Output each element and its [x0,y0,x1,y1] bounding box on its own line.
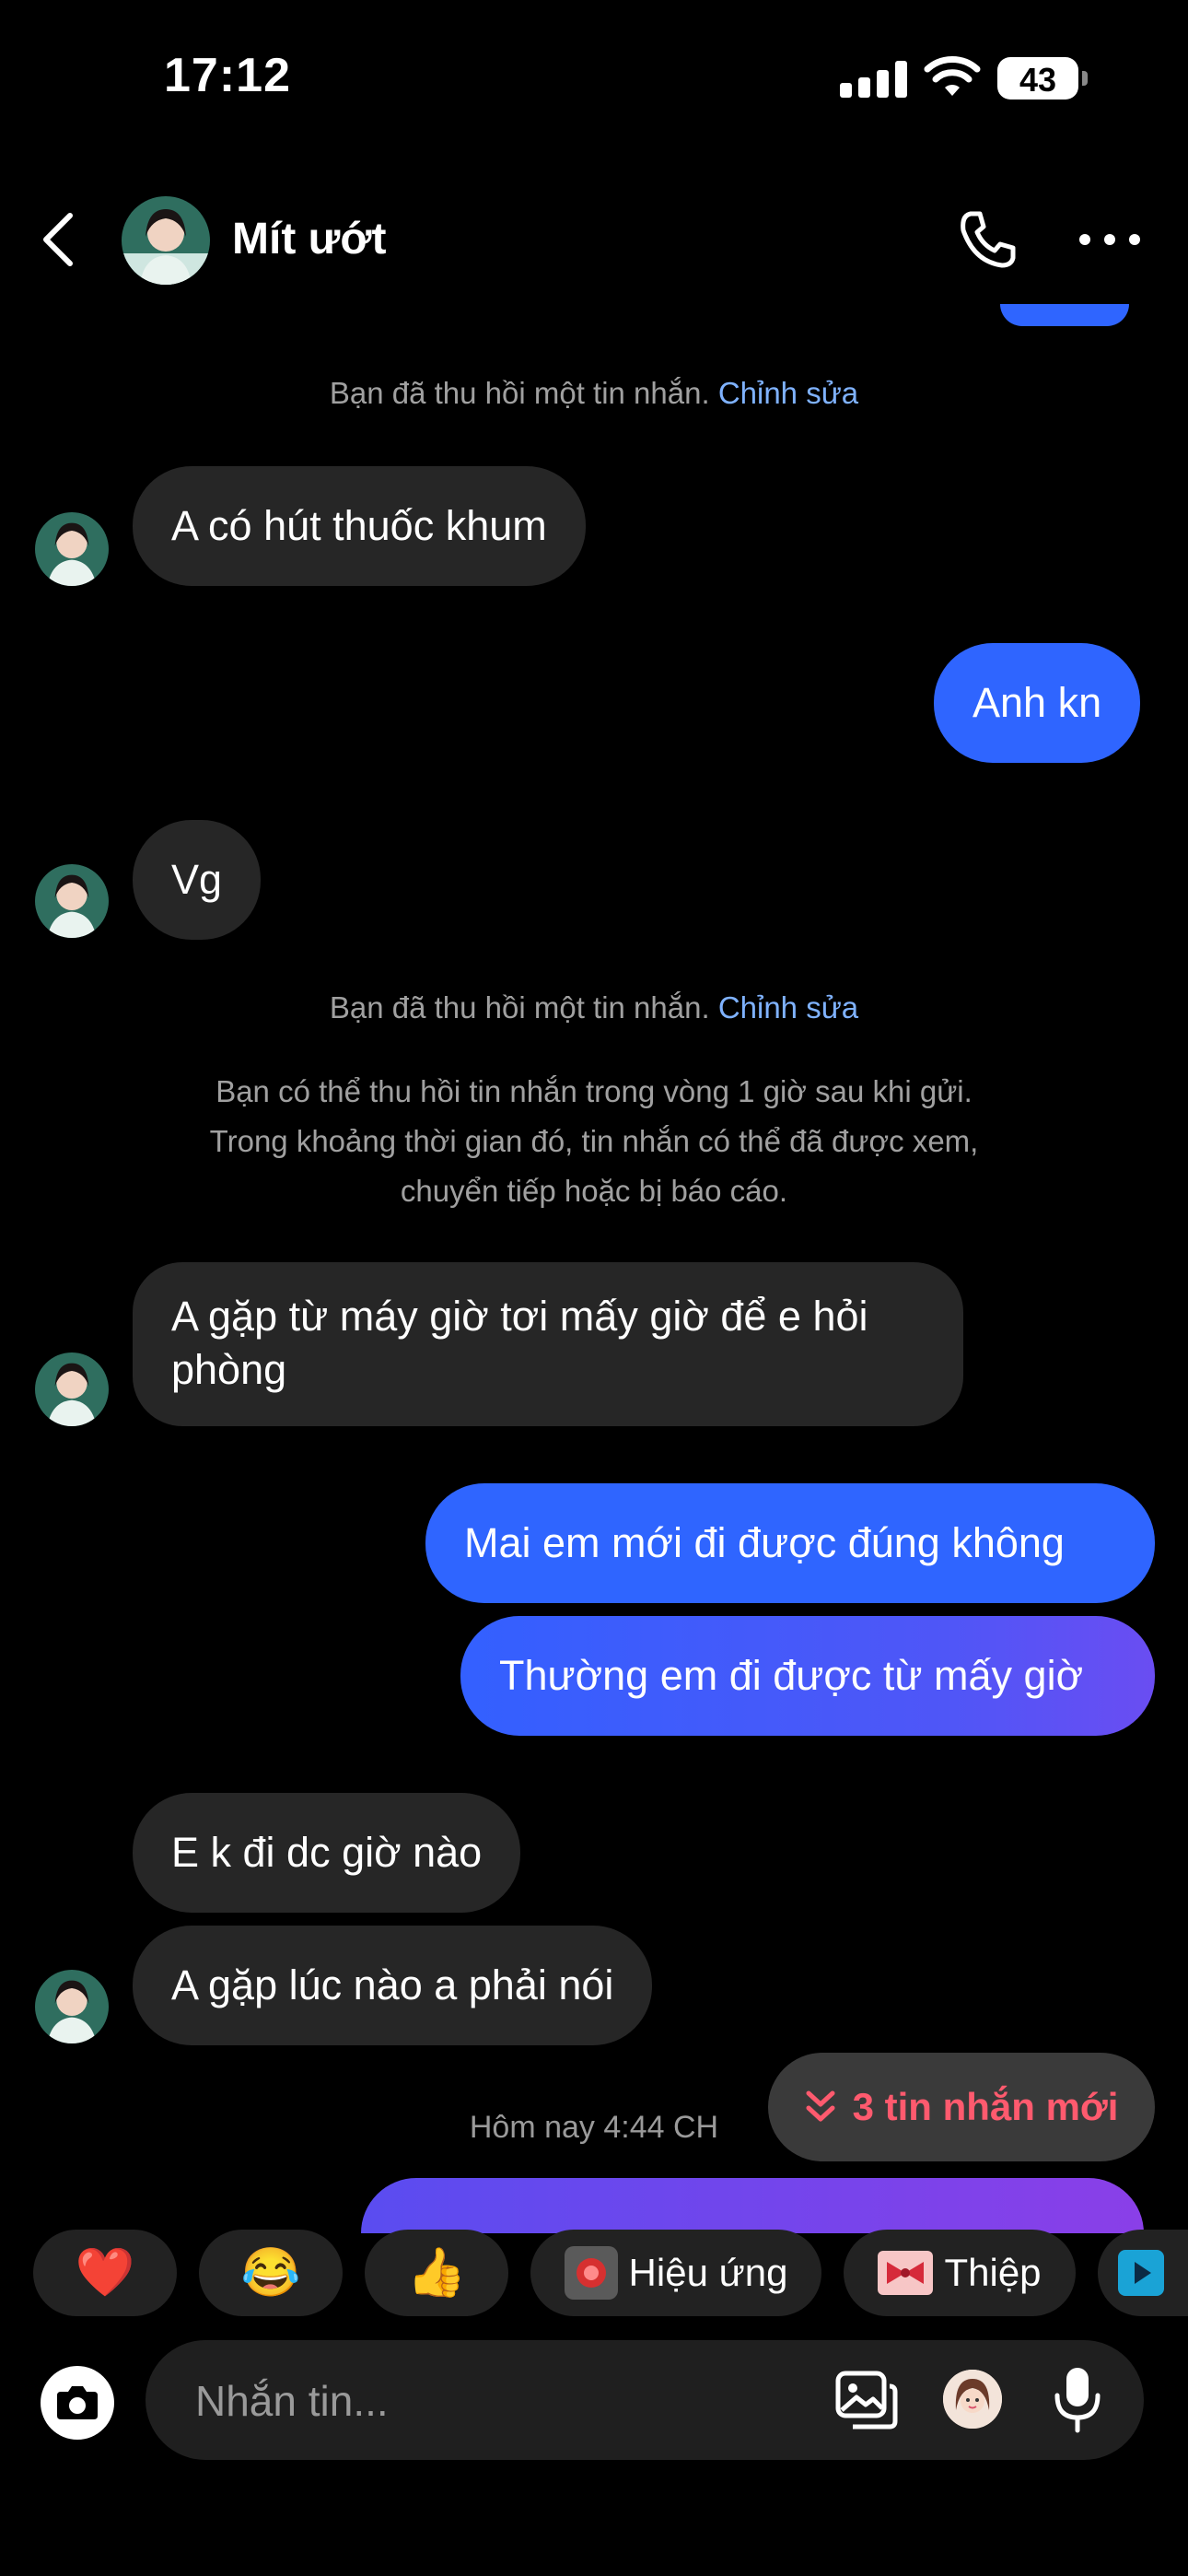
card-button[interactable]: Thiệp [844,2230,1076,2316]
battery-level: 43 [1019,61,1057,99]
edit-link[interactable]: Chỉnh sửa [718,990,858,1025]
phone-icon[interactable] [954,206,1020,273]
partial-message-bubble [361,2178,1144,2233]
video-play-icon [1118,2250,1164,2296]
incoming-message[interactable]: A có hút thuốc khum [133,466,586,586]
microphone-icon[interactable] [1050,2364,1105,2434]
gallery-icon[interactable] [834,2370,899,2430]
recall-text: Bạn đã thu hồi một tin nhắn. [329,376,710,410]
wifi-icon [924,56,981,96]
outgoing-message[interactable]: Anh kn [934,643,1141,763]
more-options-icon[interactable] [1077,221,1142,258]
sender-avatar[interactable] [35,1970,109,2043]
heart-reaction-button[interactable]: ❤️ [33,2230,177,2316]
camera-button[interactable] [41,2366,114,2440]
camera-icon [57,2386,98,2419]
sender-avatar[interactable] [35,512,109,586]
incoming-message[interactable]: A gặp từ máy giờ tơi mấy giờ để e hỏi ph… [133,1262,963,1426]
battery-icon: 43 [997,57,1088,100]
new-messages-button[interactable]: 3 tin nhắn mới [768,2053,1155,2161]
recall-notice: Bạn đã thu hồi một tin nhắn. Chỉnh sửa [0,990,1188,1025]
recall-notice: Bạn đã thu hồi một tin nhắn. Chỉnh sửa [0,376,1188,411]
effects-label: Hiệu ứng [628,2251,788,2294]
card-label: Thiệp [944,2251,1042,2294]
thumbs-up-reaction-button[interactable]: 👍 [365,2230,508,2316]
laugh-reaction-button[interactable]: 😂 [199,2230,343,2316]
outgoing-message[interactable]: Thường em đi được từ mấy giờ [460,1616,1155,1736]
gift-card-icon [878,2251,934,2295]
incoming-message[interactable]: E k đi dc giờ nào [133,1793,521,1913]
contact-avatar[interactable] [122,196,210,285]
recall-text: Bạn đã thu hồi một tin nhắn. [329,990,710,1025]
outgoing-message[interactable]: Mai em mới đi được đúng không [425,1483,1155,1603]
edit-link[interactable]: Chỉnh sửa [718,376,858,410]
sender-avatar[interactable] [35,1352,109,1426]
sender-avatar[interactable] [35,864,109,938]
thumbs-up-icon: 👍 [406,2246,467,2300]
incoming-message[interactable]: A gặp lúc nào a phải nói [133,1926,653,2045]
new-messages-label: 3 tin nhắn mới [852,2085,1119,2128]
status-time: 17:12 [164,49,291,102]
effects-button[interactable]: Hiệu ứng [530,2230,821,2316]
back-icon[interactable] [37,210,81,269]
avatar-sticker-icon[interactable] [943,2370,1002,2429]
message-input[interactable] [193,2340,786,2462]
laughing-face-icon: 😂 [240,2246,301,2300]
effects-icon [564,2246,618,2300]
heart-icon: ❤️ [75,2246,135,2300]
more-effects-button[interactable] [1098,2230,1188,2316]
double-chevron-down-icon [806,2090,835,2122]
cellular-signal-icon [840,61,907,98]
recall-info: Bạn có thể thu hồi tin nhắn trong vòng 1… [209,1074,979,1208]
incoming-message[interactable]: Vg [133,820,262,940]
partial-message-bubble [1000,304,1129,326]
contact-name[interactable]: Mít ướt [232,214,387,264]
